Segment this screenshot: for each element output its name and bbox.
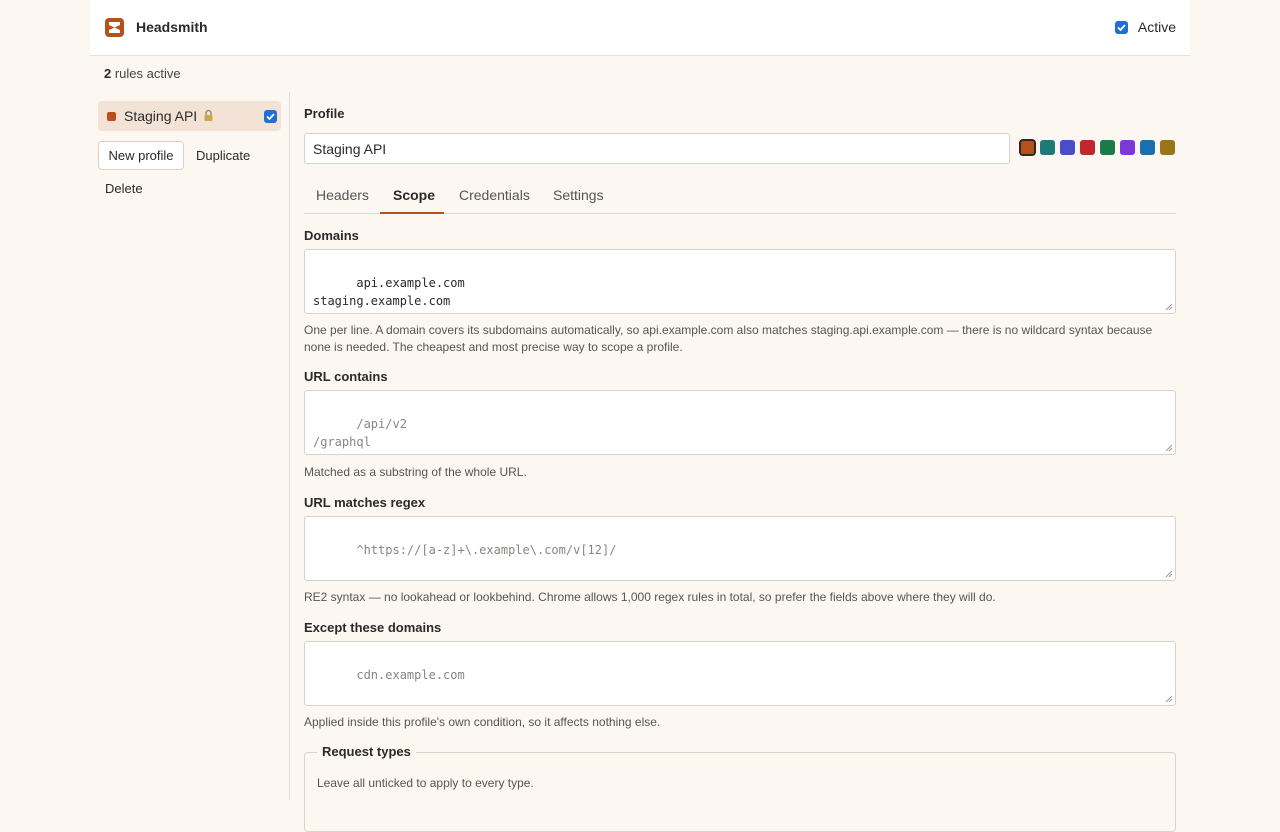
top-bar: Headsmith Active <box>90 0 1190 56</box>
request-types-fieldset: Request types Leave all unticked to appl… <box>304 744 1176 832</box>
color-swatch[interactable] <box>1040 140 1055 155</box>
url-regex-label: URL matches regex <box>304 495 426 510</box>
resize-grip-icon[interactable] <box>1165 303 1173 311</box>
domains-label: Domains <box>304 228 359 243</box>
color-swatch[interactable] <box>1100 140 1115 155</box>
color-swatch[interactable] <box>1160 140 1175 155</box>
color-swatch-picker <box>1019 139 1175 156</box>
profile-name-input[interactable]: Staging API <box>304 133 1010 164</box>
url-regex-textarea[interactable]: ^https://[a-z]+\.example\.com/v[12]/ <box>304 516 1176 581</box>
rules-active-status: 2 rules active <box>104 66 181 81</box>
new-profile-button[interactable]: New profile <box>98 141 184 170</box>
url-regex-placeholder: ^https://[a-z]+\.example\.com/v[12]/ <box>356 543 617 557</box>
tab-scope[interactable]: Scope <box>393 187 435 203</box>
color-swatch[interactable] <box>1080 140 1095 155</box>
profile-editor: Profile Staging API Headers Scope Creden… <box>304 92 1176 832</box>
domains-textarea[interactable]: api.example.com staging.example.com <box>304 249 1176 314</box>
headsmith-logo-icon <box>105 18 124 37</box>
url-contains-textarea[interactable]: /api/v2 /graphql <box>304 390 1176 455</box>
domains-value: api.example.com staging.example.com <box>313 276 465 308</box>
domains-help: One per line. A domain covers its subdom… <box>304 322 1176 356</box>
duplicate-button[interactable]: Duplicate <box>196 148 250 163</box>
url-contains-label: URL contains <box>304 369 388 384</box>
url-regex-help: RE2 syntax — no lookahead or lookbehind.… <box>304 590 996 604</box>
active-tab-indicator <box>380 212 444 214</box>
color-swatch[interactable] <box>1060 140 1075 155</box>
app-title: Headsmith <box>136 19 208 35</box>
domains-help-line2: none is needed. The cheapest and most pr… <box>304 340 683 354</box>
request-types-help: Leave all unticked to apply to every typ… <box>317 776 534 790</box>
active-label: Active <box>1137 19 1176 35</box>
tab-headers[interactable]: Headers <box>316 187 369 203</box>
profile-item-staging-api[interactable]: Staging API <box>98 101 281 131</box>
url-contains-help: Matched as a substring of the whole URL. <box>304 465 527 479</box>
tab-credentials[interactable]: Credentials <box>459 187 530 203</box>
profile-name-label: Staging API <box>124 108 198 124</box>
resize-grip-icon[interactable] <box>1165 444 1173 452</box>
except-domains-textarea[interactable]: cdn.example.com <box>304 641 1176 706</box>
app-window: Headsmith Active 2 rules active Staging … <box>90 0 1190 832</box>
rules-count-suffix: rules active <box>111 66 181 81</box>
profile-enabled-checkbox[interactable] <box>264 110 277 123</box>
color-swatch[interactable] <box>1140 140 1155 155</box>
tab-settings[interactable]: Settings <box>553 187 604 203</box>
except-domains-label: Except these domains <box>304 620 442 635</box>
profile-section-label: Profile <box>304 106 345 121</box>
active-checkbox[interactable] <box>1114 20 1128 34</box>
tab-bar: Headers Scope Credentials Settings <box>304 178 1176 214</box>
except-domains-help: Applied inside this profile's own condit… <box>304 715 661 729</box>
active-toggle[interactable]: Active <box>1114 19 1176 35</box>
lock-icon <box>203 109 214 125</box>
resize-grip-icon[interactable] <box>1165 570 1173 578</box>
url-contains-placeholder: /api/v2 /graphql <box>313 417 407 449</box>
except-domains-placeholder: cdn.example.com <box>356 668 465 682</box>
request-types-legend: Request types <box>317 744 416 759</box>
color-swatch[interactable] <box>1120 140 1135 155</box>
resize-grip-icon[interactable] <box>1165 695 1173 703</box>
color-swatch[interactable] <box>1019 139 1036 156</box>
profiles-sidebar: Staging API New profile Duplicate Delete <box>90 92 290 800</box>
profile-color-dot <box>107 112 116 121</box>
domains-help-line1: One per line. A domain covers its subdom… <box>304 323 1153 337</box>
delete-button[interactable]: Delete <box>105 181 143 196</box>
